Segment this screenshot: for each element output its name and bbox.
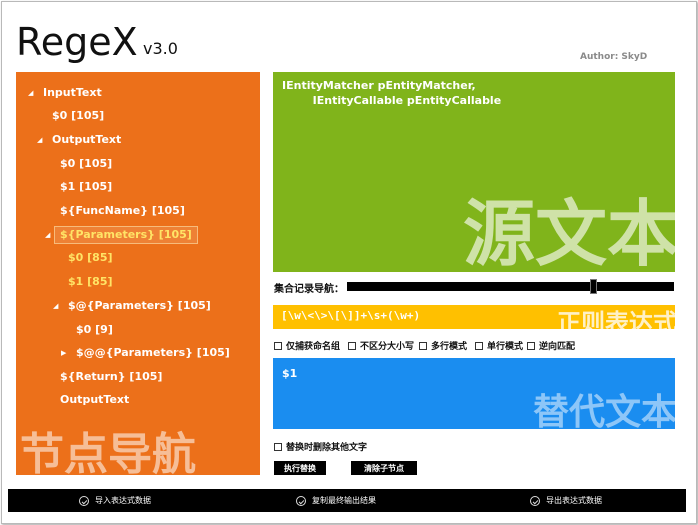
option-delete-other-text[interactable]: 替换时删除其他文字 — [274, 440, 367, 453]
import-icon — [79, 495, 89, 506]
source-text-panel[interactable]: IEntityMatcher pEntityMatcher, IEntityCa… — [273, 72, 675, 272]
clear-children-button[interactable]: 清除子节点 — [351, 461, 417, 475]
checkbox[interactable] — [527, 341, 535, 350]
tree-node[interactable]: $@@{Parameters} [105] — [76, 345, 230, 361]
option-ignore-case[interactable]: 不区分大小写 — [348, 339, 414, 352]
record-nav-label: 集合记录导航： — [274, 284, 344, 295]
tree-node[interactable]: $0 [9] — [76, 322, 113, 338]
tree-node[interactable]: ${Return} [105] — [60, 369, 162, 385]
regex-input-panel[interactable]: [\w\<\>\[\]]+\s+(\w+) 正则表达式 — [273, 305, 675, 329]
import-label: 导入表达式数据 — [95, 496, 151, 505]
export-icon — [530, 495, 540, 506]
expanded-caret-icon[interactable]: ◢ — [45, 227, 50, 243]
option-singleline[interactable]: 单行模式 — [475, 339, 523, 352]
record-nav-slider-track[interactable] — [347, 282, 674, 291]
option-label: 逆向匹配 — [539, 342, 576, 352]
tree-node-selected[interactable]: ${Parameters} [105] — [54, 226, 198, 244]
export-label: 导出表达式数据 — [546, 496, 602, 505]
app-title: RegeX — [16, 20, 138, 64]
source-text-content[interactable]: IEntityMatcher pEntityMatcher, IEntityCa… — [282, 78, 501, 108]
execute-replace-button[interactable]: 执行替换 — [274, 461, 326, 475]
replace-text-panel[interactable]: $1 替代文本 — [273, 358, 675, 429]
import-expression-button[interactable]: 导入表达式数据 — [79, 489, 151, 512]
tree-node[interactable]: $0 [105] — [52, 108, 104, 124]
tree-node[interactable]: $@{Parameters} [105] — [68, 298, 211, 314]
tree-node-inputtext[interactable]: InputText — [43, 85, 102, 101]
tree-node-outputtext[interactable]: OutputText — [52, 132, 121, 148]
checkbox[interactable] — [348, 341, 356, 350]
option-label: 单行模式 — [487, 342, 524, 352]
tree-node-outputtext[interactable]: OutputText — [60, 392, 129, 408]
tree-node[interactable]: $1 [105] — [60, 179, 112, 195]
option-label: 替换时删除其他文字 — [286, 443, 368, 453]
collapsed-caret-icon[interactable]: ▶ — [61, 345, 66, 361]
export-expression-button[interactable]: 导出表达式数据 — [530, 489, 602, 512]
author-label: Author: SkyD — [580, 52, 648, 62]
tree-node[interactable]: $0 [85] — [68, 250, 113, 266]
replace-input[interactable]: $1 — [282, 367, 297, 380]
checkbox[interactable] — [274, 442, 282, 451]
checkbox[interactable] — [419, 341, 427, 350]
option-multiline[interactable]: 多行模式 — [419, 339, 467, 352]
checkbox[interactable] — [475, 341, 483, 350]
replace-panel-watermark: 替代文本 — [532, 392, 675, 429]
tree-node[interactable]: ${FuncName} [105] — [60, 203, 185, 219]
regex-input[interactable]: [\w\<\>\[\]]+\s+(\w+) — [281, 309, 420, 322]
regex-panel-watermark: 正则表达式 — [557, 309, 675, 329]
source-panel-watermark: 源文本 — [462, 192, 675, 272]
copy-label: 复制最终输出结果 — [312, 496, 376, 505]
checkbox[interactable] — [274, 341, 282, 350]
tree-node[interactable]: $0 [105] — [60, 156, 112, 172]
record-nav-slider-thumb[interactable] — [590, 279, 597, 294]
option-named-groups[interactable]: 仅捕获命名组 — [274, 339, 340, 352]
app-version: v3.0 — [143, 39, 178, 58]
expanded-caret-icon[interactable]: ◢ — [53, 298, 58, 314]
expanded-caret-icon[interactable]: ◢ — [37, 132, 42, 148]
copy-output-button[interactable]: 复制最终输出结果 — [296, 489, 376, 512]
option-label: 仅捕获命名组 — [286, 342, 341, 352]
copy-icon — [296, 495, 306, 506]
expanded-caret-icon[interactable]: ◢ — [28, 85, 33, 101]
tree-node[interactable]: $1 [85] — [68, 274, 113, 290]
option-label: 多行模式 — [431, 342, 468, 352]
tree-panel-watermark: 节点导航 — [20, 429, 196, 475]
node-tree-panel: ◢ InputText $0 [105] ◢ OutputText $0 [10… — [16, 72, 260, 475]
option-label: 不区分大小写 — [360, 342, 415, 352]
bottom-toolbar: 导入表达式数据 复制最终输出结果 导出表达式数据 — [8, 489, 686, 512]
option-right-to-left[interactable]: 逆向匹配 — [527, 339, 575, 352]
